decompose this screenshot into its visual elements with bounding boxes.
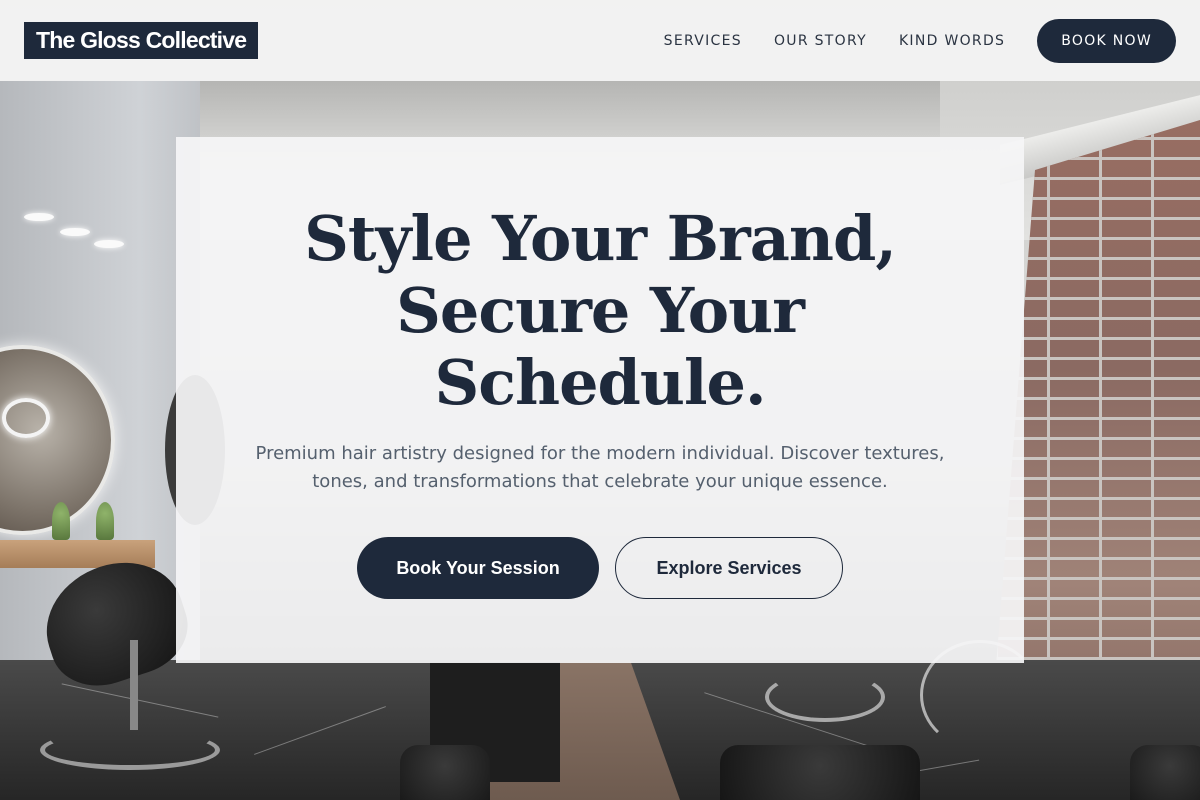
sofa xyxy=(400,745,490,800)
ceiling-light xyxy=(60,228,90,236)
site-logo[interactable]: The Gloss Collective xyxy=(24,22,259,59)
sofa xyxy=(1130,745,1200,800)
hero-title-line: Secure Your xyxy=(396,274,805,347)
book-session-button[interactable]: Book Your Session xyxy=(357,537,599,599)
stool-base xyxy=(765,672,885,722)
explore-services-button[interactable]: Explore Services xyxy=(615,537,843,599)
ceiling-light xyxy=(94,240,124,248)
hero-title-line: Style Your Brand, xyxy=(304,202,897,275)
hero-actions: Book Your Session Explore Services xyxy=(176,537,1024,599)
plant xyxy=(96,502,114,540)
site-header: The Gloss Collective SERVICES OUR STORY … xyxy=(0,0,1200,81)
sofa xyxy=(720,745,920,800)
hero-title-line: Schedule. xyxy=(434,346,766,419)
ceiling-light xyxy=(24,213,54,221)
nav-link-kind-words[interactable]: KIND WORDS xyxy=(899,33,1005,49)
hero-subtitle: Premium hair artistry designed for the m… xyxy=(255,443,945,492)
salon-chair-base xyxy=(40,730,220,770)
main-nav: SERVICES OUR STORY KIND WORDS BOOK NOW xyxy=(664,18,1176,63)
plant xyxy=(52,502,70,540)
nav-link-our-story[interactable]: OUR STORY xyxy=(774,33,867,49)
salon-chair-pole xyxy=(130,640,138,730)
hero-title: Style Your Brand, Secure Your Schedule. xyxy=(176,203,1024,419)
nav-link-services[interactable]: SERVICES xyxy=(664,33,742,49)
book-now-button[interactable]: BOOK NOW xyxy=(1037,18,1176,63)
hero-card: Style Your Brand, Secure Your Schedule. … xyxy=(176,137,1024,663)
ring-light xyxy=(2,398,50,438)
